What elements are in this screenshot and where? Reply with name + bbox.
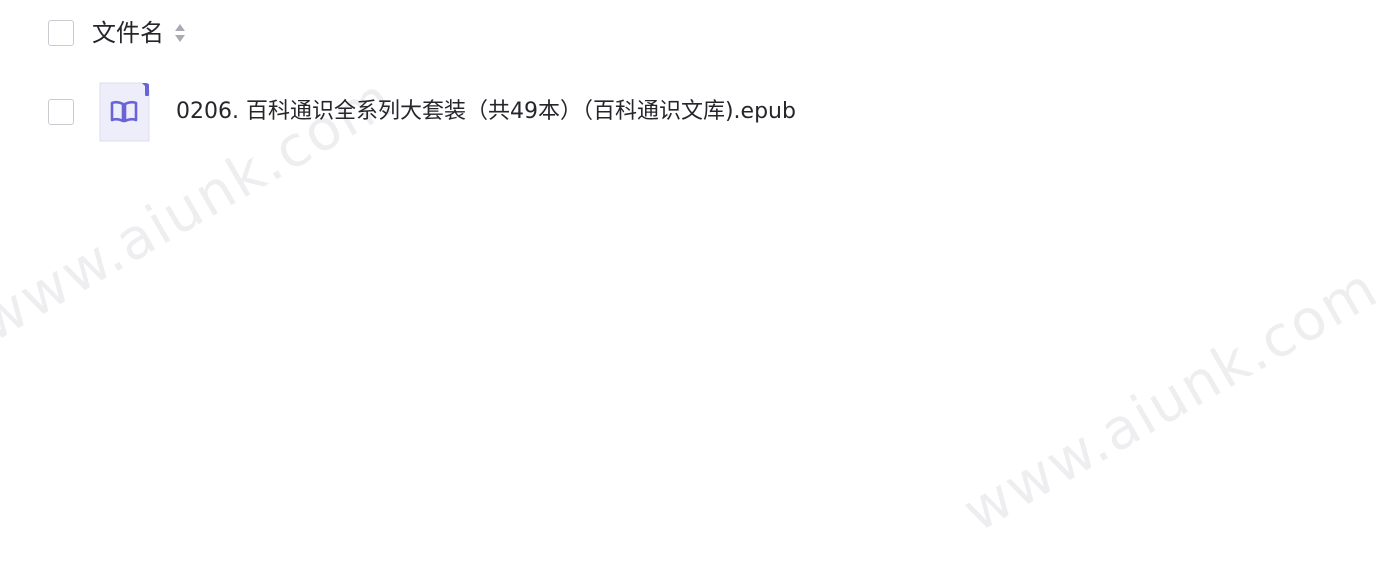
file-row-checkbox[interactable]: [48, 99, 74, 125]
file-list-header: 文件名: [48, 17, 187, 49]
file-list-page: www.aiunk.com www.aiunk.com 文件名 0206. 百科…: [0, 0, 1384, 588]
file-row[interactable]: 0206. 百科通识全系列大套装（共49本）（百科通识文库).epub: [48, 82, 796, 142]
epub-book-icon: [98, 82, 150, 142]
select-all-checkbox[interactable]: [48, 20, 74, 46]
watermark-right: www.aiunk.com: [952, 255, 1384, 545]
file-name-link[interactable]: 0206. 百科通识全系列大套装（共49本）（百科通识文库).epub: [176, 97, 796, 127]
column-header-filename: 文件名: [92, 19, 164, 47]
sort-icon[interactable]: [173, 21, 187, 45]
